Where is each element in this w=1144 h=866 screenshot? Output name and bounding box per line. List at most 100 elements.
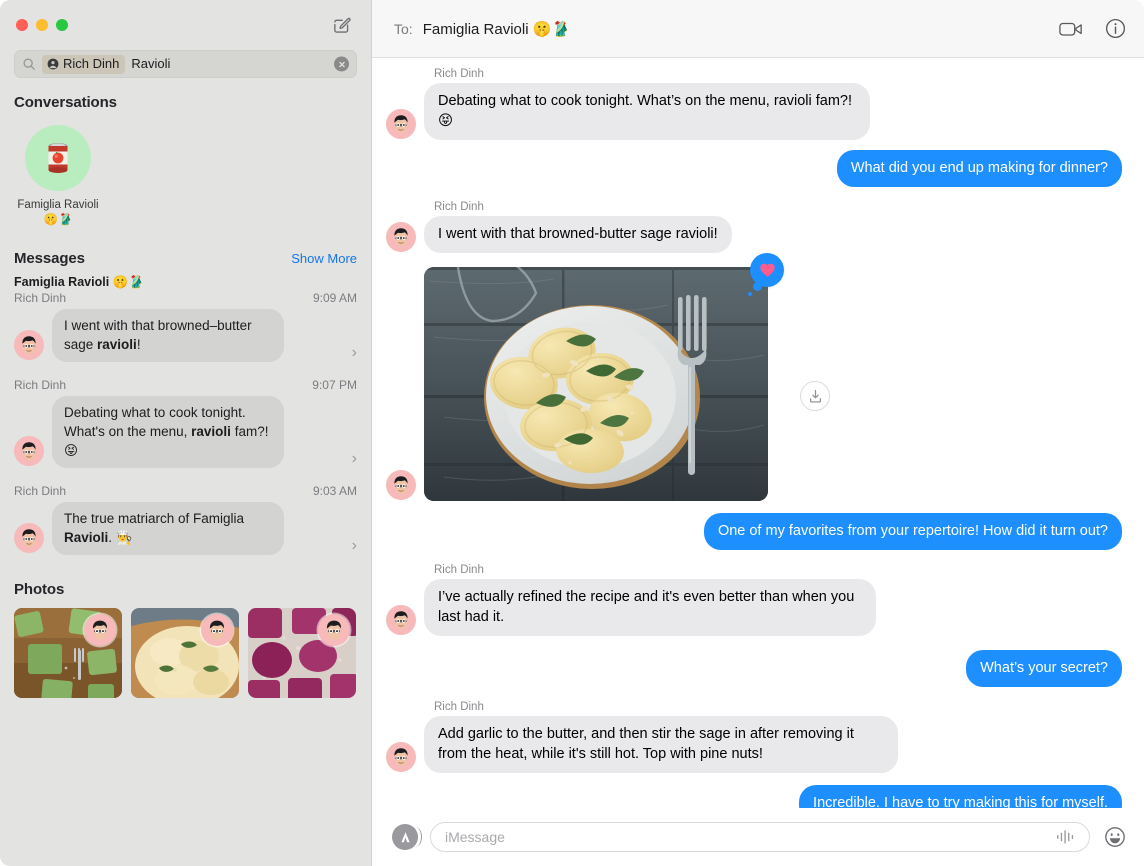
result-sender: Rich Dinh (14, 484, 67, 498)
message-bubble: What’s your secret? (966, 650, 1122, 687)
conversations-list: Famiglia Ravioli 🤫🥻 (0, 121, 371, 228)
result-body[interactable]: I went with that browned–butter sage rav… (14, 309, 357, 362)
search-token-label: Rich Dinh (63, 55, 120, 71)
memoji-icon (202, 615, 232, 645)
info-icon[interactable] (1105, 18, 1126, 39)
conversation-name: Famiglia Ravioli 🤫🥻 (17, 199, 99, 226)
result-meta: Rich Dinh 9:07 PM (14, 378, 357, 392)
photo-sender-avatar (84, 614, 116, 646)
avatar (14, 523, 44, 553)
chevron-right-icon[interactable]: › (348, 537, 357, 555)
avatar (386, 470, 416, 500)
message-bubble: One of my favorites from your repertoire… (703, 513, 1122, 550)
heart-reaction-badge[interactable] (748, 253, 784, 296)
clear-icon[interactable] (334, 56, 349, 72)
list-item[interactable]: Rich Dinh 9:03 AM The true matriarch of … (0, 484, 371, 555)
sidebar-results: Conversations Famiglia Ravioli 🤫🥻 Messag… (0, 78, 371, 866)
avatar (386, 222, 416, 252)
close-button[interactable] (16, 19, 28, 31)
photo-sender-avatar (201, 614, 233, 646)
apps-icon (400, 831, 410, 842)
compose-icon[interactable] (329, 13, 353, 37)
message-bubble: Incredible. I have to try making this fo… (799, 785, 1122, 808)
result-time: 9:09 AM (312, 291, 357, 305)
memoji-icon (387, 471, 415, 499)
result-time: 9:03 AM (312, 484, 357, 498)
photo-thumbnail[interactable] (248, 608, 356, 698)
header-actions (1059, 18, 1126, 39)
heart-icon (759, 263, 775, 277)
search-token-rich-dinh[interactable]: Rich Dinh (42, 54, 126, 74)
photos-grid (0, 608, 371, 698)
list-item[interactable]: Famiglia Ravioli 🤫🥻 Rich Dinh 9:09 AM I … (0, 275, 371, 362)
result-body[interactable]: The true matriarch of Famiglia Ravioli. … (14, 502, 357, 555)
result-sender: Rich Dinh (14, 291, 67, 305)
memoji-icon (387, 606, 415, 634)
message-input-placeholder: iMessage (445, 829, 505, 845)
photo-thumbnail[interactable] (14, 608, 122, 698)
messages-window: Rich Dinh Ravioli Conversations Famiglia… (0, 0, 1144, 866)
conversations-header: Conversations (14, 94, 117, 111)
memoji-icon (319, 615, 349, 645)
result-body[interactable]: Debating what to cook tonight. What's on… (14, 396, 357, 468)
message-row: Incredible. I have to try making this fo… (386, 785, 1122, 808)
messages-section-header: Messages Show More (0, 250, 371, 267)
avatar (14, 436, 44, 466)
result-message-text: The true matriarch of Famiglia Ravioli. … (52, 502, 284, 555)
message-input[interactable]: iMessage (430, 822, 1090, 852)
video-camera-icon[interactable] (1059, 20, 1083, 38)
canned-tomato-icon (48, 143, 68, 173)
message-sender: Rich Dinh (434, 201, 484, 213)
divider (0, 364, 371, 378)
message-row-attachment (386, 253, 1122, 501)
message-row: What did you end up making for dinner? (386, 150, 1122, 187)
chevron-right-icon[interactable]: › (348, 344, 357, 362)
show-more-button[interactable]: Show More (291, 251, 357, 266)
download-icon[interactable] (800, 381, 830, 411)
search-input[interactable]: Rich Dinh Ravioli (14, 50, 357, 78)
message-bubble: Add garlic to the butter, and then stir … (424, 716, 898, 773)
message-sender: Rich Dinh (434, 68, 484, 80)
message-composer: iMessage (372, 808, 1144, 866)
memoji-icon (387, 110, 415, 138)
result-message-text: I went with that browned–butter sage rav… (52, 309, 284, 362)
result-meta: Rich Dinh 9:09 AM (14, 291, 357, 305)
message-list[interactable]: Rich Dinh Debating what to cook tonight.… (372, 58, 1144, 808)
zoom-button[interactable] (56, 19, 68, 31)
app-store-icon[interactable] (392, 824, 422, 850)
memoji-icon (15, 524, 43, 552)
list-item[interactable]: Rich Dinh 9:07 PM Debating what to cook … (0, 378, 371, 468)
message-bubble: I went with that browned-butter sage rav… (424, 216, 732, 253)
minimize-button[interactable] (36, 19, 48, 31)
conversation-pane: To: Famiglia Ravioli 🤫🥻 Rich Dinh Debati… (372, 0, 1144, 866)
memoji-icon (387, 223, 415, 251)
avatar (14, 330, 44, 360)
conversation-recipient[interactable]: Famiglia Ravioli 🤫🥻 (423, 20, 570, 38)
memoji-icon (15, 437, 43, 465)
message-sender: Rich Dinh (434, 701, 484, 713)
message-row: Rich Dinh Add garlic to the butter, and … (386, 701, 1122, 773)
result-sender: Rich Dinh (14, 378, 67, 392)
avatar (386, 605, 416, 635)
result-message-text: Debating what to cook tonight. What's on… (52, 396, 284, 468)
photo-thumbnail[interactable] (131, 608, 239, 698)
traffic-lights (16, 19, 68, 31)
memoji-icon (387, 743, 415, 771)
to-label: To: (394, 20, 413, 37)
chevron-right-icon[interactable]: › (348, 450, 357, 468)
message-row: One of my favorites from your repertoire… (386, 513, 1122, 550)
conversation-tile-famiglia-ravioli[interactable]: Famiglia Ravioli 🤫🥻 (14, 125, 102, 228)
result-meta: Rich Dinh 9:03 AM (14, 484, 357, 498)
attachment-image[interactable] (424, 267, 768, 501)
search-container: Rich Dinh Ravioli (0, 50, 371, 78)
audio-waveform-icon[interactable] (1055, 829, 1077, 845)
message-row: What’s your secret? (386, 650, 1122, 687)
smiley-icon[interactable] (1102, 824, 1128, 850)
result-time: 9:07 PM (312, 378, 357, 392)
conversation-avatar (25, 125, 91, 191)
person-circle-icon (47, 58, 59, 69)
result-conversation-title: Famiglia Ravioli 🤫🥻 (14, 275, 144, 289)
image-attachment[interactable] (424, 253, 830, 501)
sidebar: Rich Dinh Ravioli Conversations Famiglia… (0, 0, 372, 866)
message-row: Rich Dinh I’ve actually refined the reci… (386, 564, 1122, 636)
